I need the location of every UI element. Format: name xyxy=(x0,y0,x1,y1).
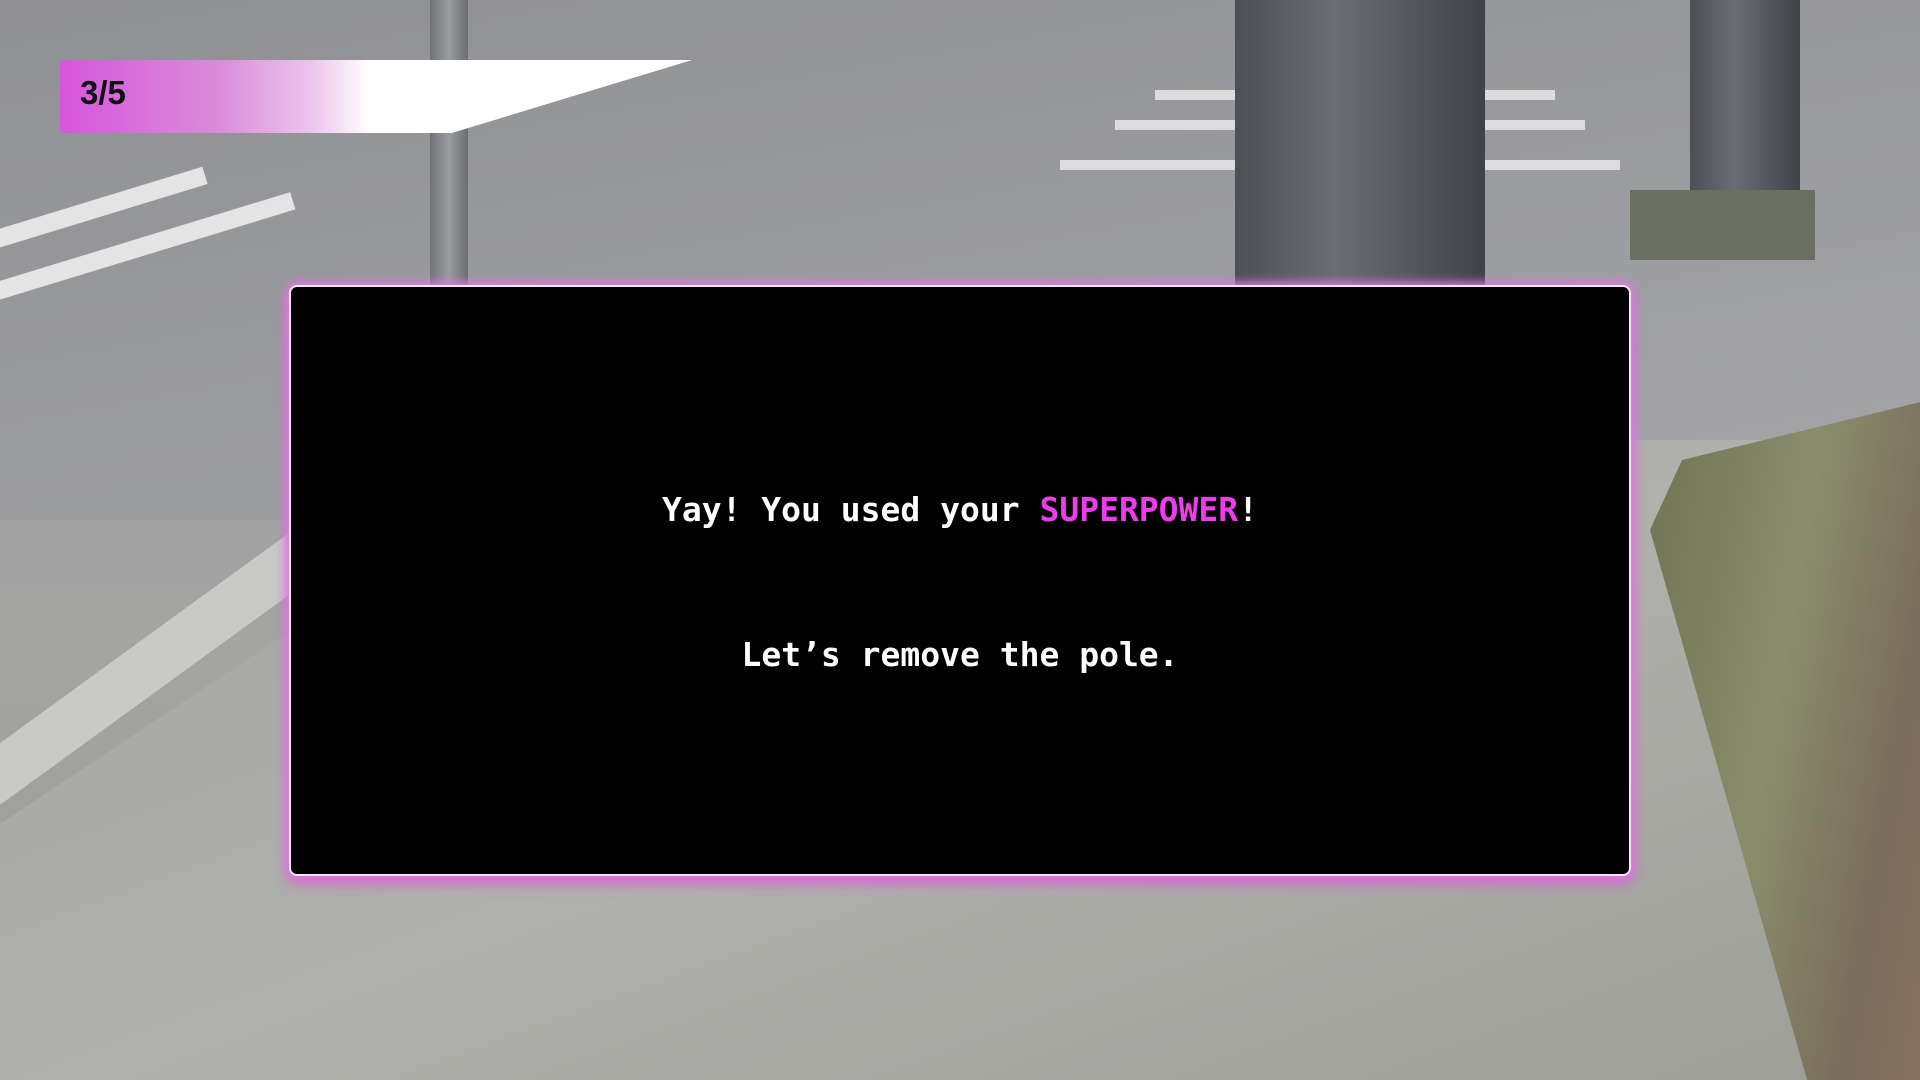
sign-post xyxy=(430,0,468,290)
message-dialog: Yay! You used your SUPERPOWER! Let’s rem… xyxy=(289,285,1631,876)
message-text: ! xyxy=(1238,490,1259,529)
progress-indicator: 3/5 xyxy=(60,60,692,133)
bollard xyxy=(1690,0,1800,200)
message-text: Yay! You used your xyxy=(661,490,1040,529)
progress-banner xyxy=(60,60,692,133)
superpower-highlight: SUPERPOWER xyxy=(1039,490,1239,529)
message-line-2: Let’s remove the pole. xyxy=(741,635,1179,674)
progress-label: 3/5 xyxy=(80,74,126,111)
message-line-1: Yay! You used your SUPERPOWER! xyxy=(291,490,1629,529)
utility-pole xyxy=(1235,0,1485,300)
bollard-base xyxy=(1630,190,1815,260)
